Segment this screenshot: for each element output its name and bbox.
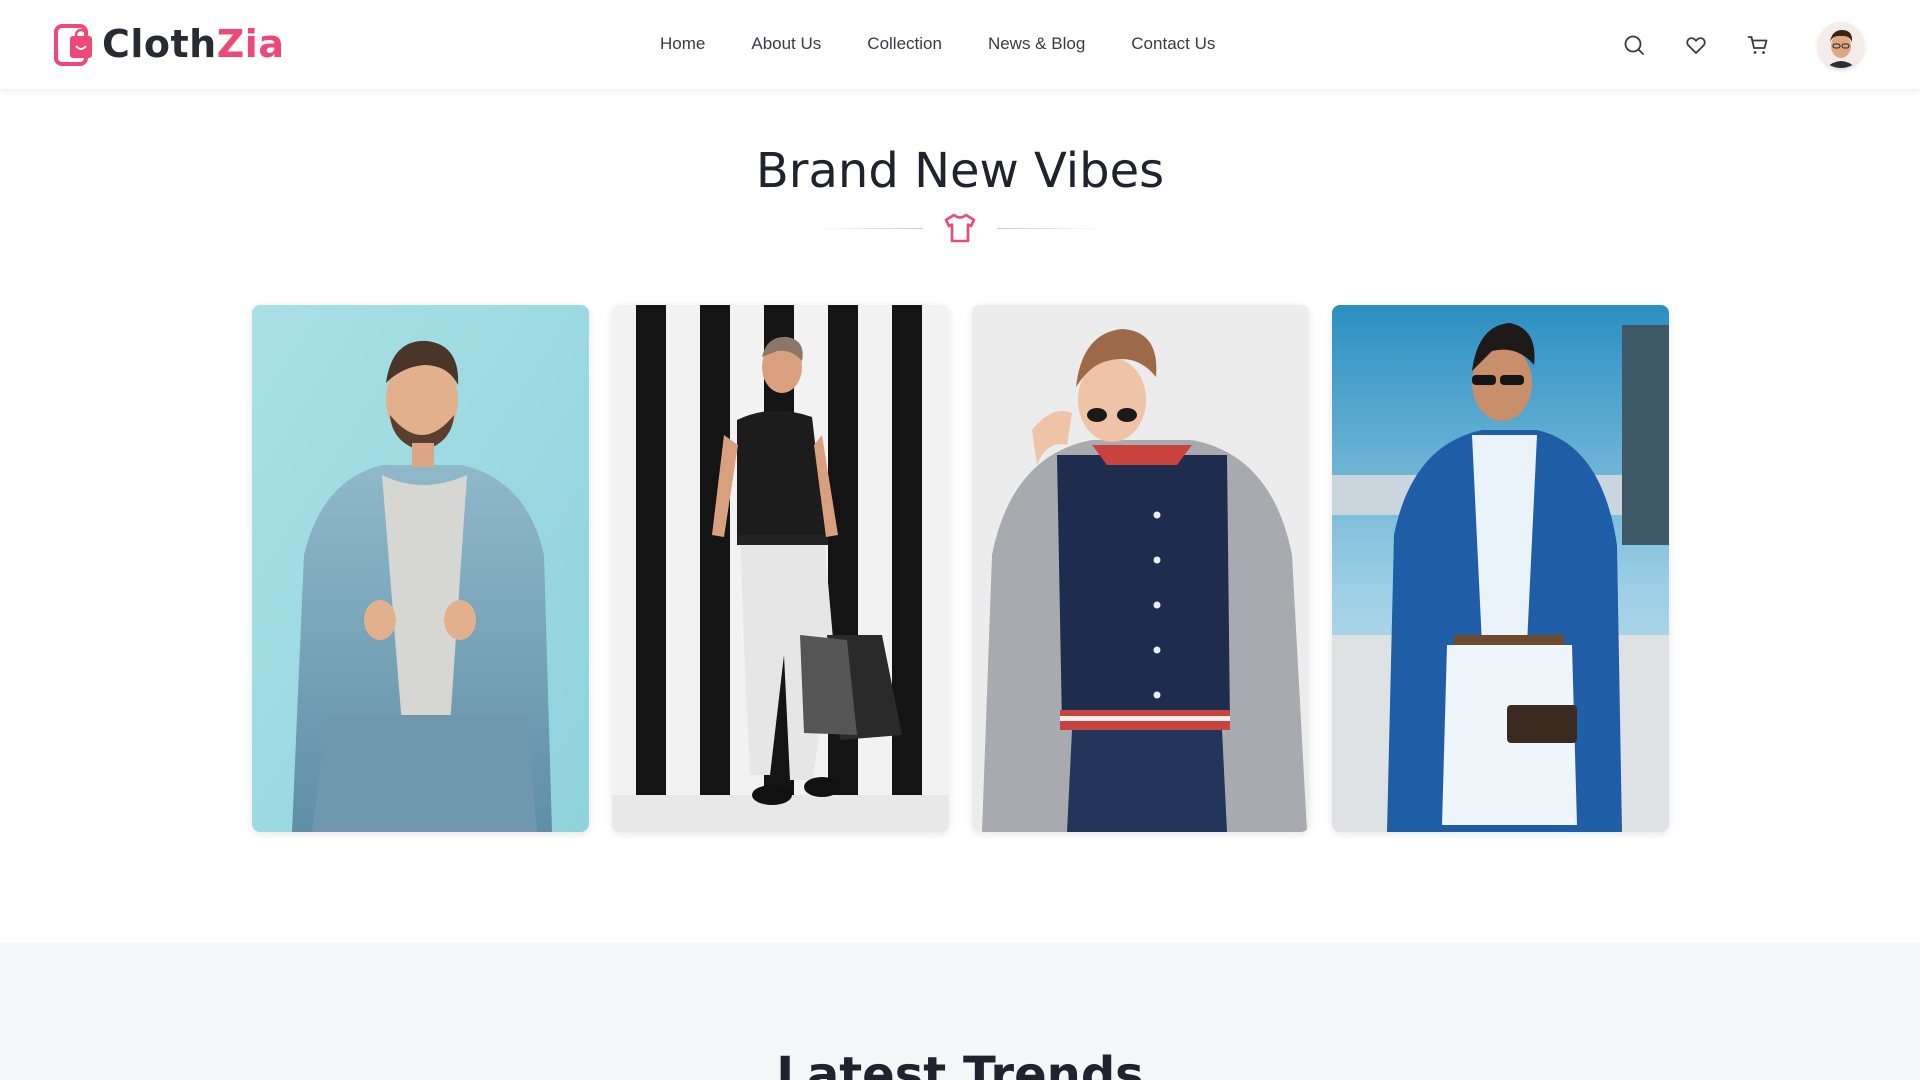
- latest-trends-section: Latest Trends: [0, 943, 1920, 1080]
- brand-name: ClothZia: [102, 22, 285, 66]
- product-card[interactable]: [252, 305, 589, 832]
- search-button[interactable]: [1620, 31, 1648, 59]
- user-avatar[interactable]: [1818, 22, 1864, 68]
- main-nav: Home About Us Collection News & Blog Con…: [660, 34, 1215, 54]
- cart-icon: [1747, 36, 1768, 54]
- denim-jacket-photo: [252, 305, 589, 832]
- blue-blazer-photo: [1332, 305, 1669, 832]
- cart-button[interactable]: [1744, 31, 1772, 59]
- wishlist-button[interactable]: [1682, 31, 1710, 59]
- divider-line-right: [997, 227, 1099, 229]
- product-card[interactable]: [1332, 305, 1669, 832]
- search-icon: [1624, 35, 1644, 55]
- nav-link-home[interactable]: Home: [660, 34, 705, 54]
- shopping-bag-logo-icon: [54, 24, 92, 66]
- nav-link-collection[interactable]: Collection: [867, 34, 942, 54]
- top-navbar: ClothZia Home About Us Collection News &…: [0, 0, 1920, 89]
- divider-line-left: [821, 227, 923, 229]
- product-cards: [252, 305, 1669, 832]
- product-card[interactable]: [612, 305, 949, 832]
- nav-link-about-us[interactable]: About Us: [751, 34, 821, 54]
- brand-logo[interactable]: ClothZia: [54, 22, 284, 66]
- brand-new-vibes-section: Brand New Vibes: [0, 89, 1920, 943]
- nav-link-contact-us[interactable]: Contact Us: [1131, 34, 1215, 54]
- section-title: Latest Trends: [776, 1047, 1144, 1080]
- nav-actions: [1586, 22, 1864, 68]
- tshirt-icon: [944, 213, 976, 243]
- section-title: Brand New Vibes: [755, 143, 1165, 199]
- black-tee-photo: [612, 305, 949, 832]
- nav-link-news-blog[interactable]: News & Blog: [988, 34, 1085, 54]
- product-card[interactable]: [972, 305, 1309, 832]
- varsity-jacket-photo: [972, 305, 1309, 832]
- avatar-image: [1818, 22, 1864, 68]
- heart-icon: [1686, 37, 1706, 54]
- title-divider: [0, 211, 1920, 245]
